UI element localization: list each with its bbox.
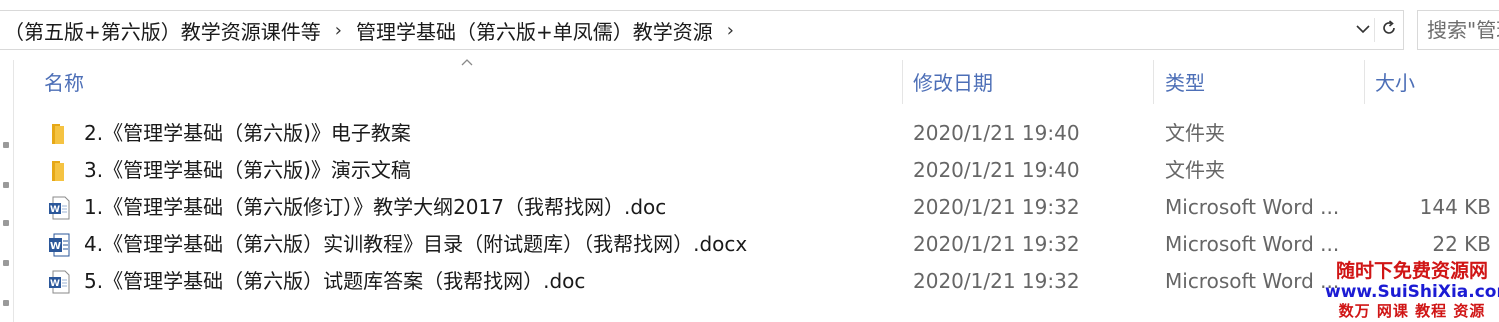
search-input[interactable]: 搜索"管理学: [1417, 10, 1499, 50]
refresh-icon[interactable]: [1374, 18, 1403, 42]
file-row[interactable]: W 1.《管理学基础（第六版修订）》教学大纲2017（我帮找网）.doc 202…: [14, 189, 1499, 226]
column-divider[interactable]: [902, 60, 903, 104]
breadcrumb-current[interactable]: 管理学基础（第六版+单凤儒）教学资源: [356, 16, 713, 45]
column-header-size[interactable]: 大小: [1375, 66, 1415, 102]
expand-icon[interactable]: [3, 300, 9, 306]
file-name[interactable]: 1.《管理学基础（第六版修订）》教学大纲2017（我帮找网）.doc: [84, 189, 666, 226]
file-name[interactable]: 2.《管理学基础（第六版)》电子教案: [84, 115, 411, 152]
folder-icon: [48, 159, 70, 183]
column-header-modified[interactable]: 修改日期: [913, 66, 993, 102]
word-docx-icon: W: [48, 233, 70, 257]
file-row[interactable]: W 4.《管理学基础（第六版）实训教程》目录（附试题库）（我帮找网）.docx …: [14, 226, 1499, 263]
file-row[interactable]: 3.《管理学基础（第六版)》演示文稿 2020/1/21 19:40 文件夹: [14, 152, 1499, 189]
watermark-url: www.SuiShiXia.com: [1325, 282, 1499, 302]
breadcrumb-separator[interactable]: ›: [335, 20, 342, 41]
file-type: Microsoft Word ...: [1165, 195, 1340, 219]
breadcrumb-parent[interactable]: （第五版+第六版）教学资源课件等: [0, 16, 321, 45]
word-doc-icon: W: [48, 196, 70, 220]
file-type: 文件夹: [1165, 121, 1225, 145]
svg-text:W: W: [50, 205, 60, 215]
file-row[interactable]: 2.《管理学基础（第六版)》电子教案 2020/1/21 19:40 文件夹: [14, 115, 1499, 152]
watermark: 随时下免费资源网 www.SuiShiXia.com 数万 网课 教程 资源: [1325, 260, 1499, 322]
file-row[interactable]: W 5.《管理学基础（第六版）试题库答案（我帮找网）.doc 2020/1/21…: [14, 263, 1499, 300]
watermark-line: 数万 网课 教程 资源: [1338, 302, 1486, 320]
column-divider[interactable]: [1153, 60, 1154, 104]
breadcrumb-separator[interactable]: ›: [727, 20, 734, 41]
file-name[interactable]: 3.《管理学基础（第六版)》演示文稿: [84, 152, 411, 189]
expand-icon[interactable]: [3, 260, 9, 266]
file-type: Microsoft Word ...: [1165, 232, 1340, 256]
file-modified-date: 2020/1/21 19:32: [913, 195, 1080, 219]
chevron-down-icon[interactable]: [1352, 22, 1374, 38]
file-modified-date: 2020/1/21 19:32: [913, 269, 1080, 293]
expand-icon[interactable]: [3, 220, 9, 226]
svg-text:W: W: [50, 241, 61, 252]
word-doc-icon: W: [48, 270, 70, 294]
file-name[interactable]: 5.《管理学基础（第六版）试题库答案（我帮找网）.doc: [84, 263, 585, 300]
file-modified-date: 2020/1/21 19:40: [913, 121, 1080, 145]
column-divider[interactable]: [1364, 60, 1365, 104]
file-name[interactable]: 4.《管理学基础（第六版）实训教程》目录（附试题库）（我帮找网）.docx: [84, 226, 747, 263]
column-header-name[interactable]: 名称: [44, 66, 84, 102]
file-size: 144 KB: [1419, 195, 1491, 219]
address-bar[interactable]: （第五版+第六版）教学资源课件等 › 管理学基础（第六版+单凤儒）教学资源 ›: [0, 10, 1404, 50]
expand-icon[interactable]: [3, 142, 9, 148]
expand-icon[interactable]: [3, 182, 9, 188]
svg-text:W: W: [50, 279, 60, 289]
file-size: 22 KB: [1432, 232, 1491, 256]
file-type: 文件夹: [1165, 158, 1225, 182]
file-modified-date: 2020/1/21 19:32: [913, 232, 1080, 256]
navigation-pane-edge[interactable]: [0, 60, 14, 322]
file-type: Microsoft Word ...: [1165, 269, 1340, 293]
folder-icon: [48, 122, 70, 146]
sort-ascending-icon: [461, 54, 473, 70]
column-header-type[interactable]: 类型: [1165, 66, 1205, 102]
file-modified-date: 2020/1/21 19:40: [913, 158, 1080, 182]
watermark-line: 随时下免费资源网: [1335, 260, 1488, 282]
